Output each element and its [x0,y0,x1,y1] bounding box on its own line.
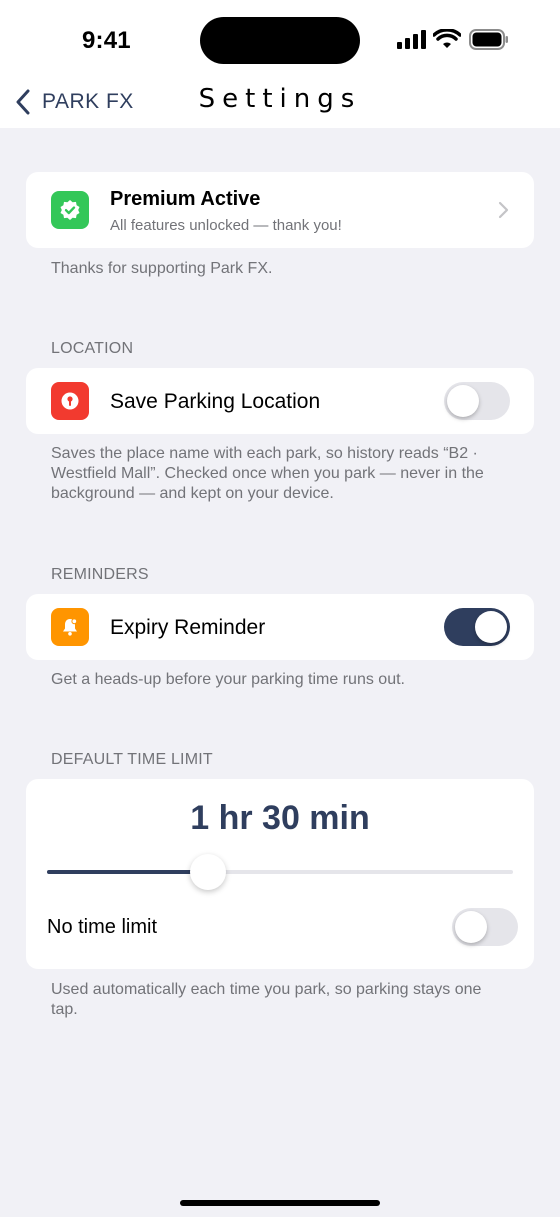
time-limit-slider[interactable] [47,854,513,890]
save-location-row: Save Parking Location [26,368,534,434]
section-header-time-limit: DEFAULT TIME LIMIT [51,751,213,768]
wifi-icon [433,29,461,48]
no-time-limit-label: No time limit [47,916,158,938]
battery-icon [469,29,508,50]
dynamic-island [200,17,360,64]
section-header-reminders: REMINDERS [51,566,149,583]
reminders-footer-note: Get a heads-up before your parking time … [51,671,405,688]
home-indicator [180,1200,380,1206]
expiry-reminder-toggle[interactable] [444,608,510,646]
slider-fill [47,870,208,874]
page-title: Settings [198,84,362,114]
location-footer-note: Saves the place name with each park, so … [51,445,484,502]
status-time: 9:41 [82,27,131,54]
verified-check-icon [51,191,89,229]
expiry-reminder-label: Expiry Reminder [110,616,266,639]
cellular-signal-icon [397,30,426,49]
section-header-location: LOCATION [51,340,134,357]
bell-icon [51,608,89,646]
save-location-toggle[interactable] [444,382,510,420]
no-time-limit-toggle[interactable] [452,908,518,946]
toggle-knob [475,611,507,643]
location-pin-icon [51,382,89,420]
slider-thumb[interactable] [190,854,226,890]
time-limit-footer-note: Used automatically each time you park, s… [51,981,482,1018]
status-bar: 9:41 [0,0,560,80]
premium-footer-note: Thanks for supporting Park FX. [51,260,273,277]
save-location-label: Save Parking Location [110,390,321,413]
navigation-bar: PARK FX Settings [0,80,560,128]
premium-subtitle: All features unlocked — thank you! [110,217,342,234]
chevron-right-icon [498,201,509,219]
toggle-knob [447,385,479,417]
time-limit-value: 1 hr 30 min [190,799,370,837]
expiry-reminder-row: Expiry Reminder [26,594,534,660]
time-limit-card: 1 hr 30 min No time limit [26,779,534,969]
toggle-knob [455,911,487,943]
premium-status-row[interactable]: Premium Active All features unlocked — t… [26,172,534,248]
premium-title: Premium Active [110,188,261,210]
